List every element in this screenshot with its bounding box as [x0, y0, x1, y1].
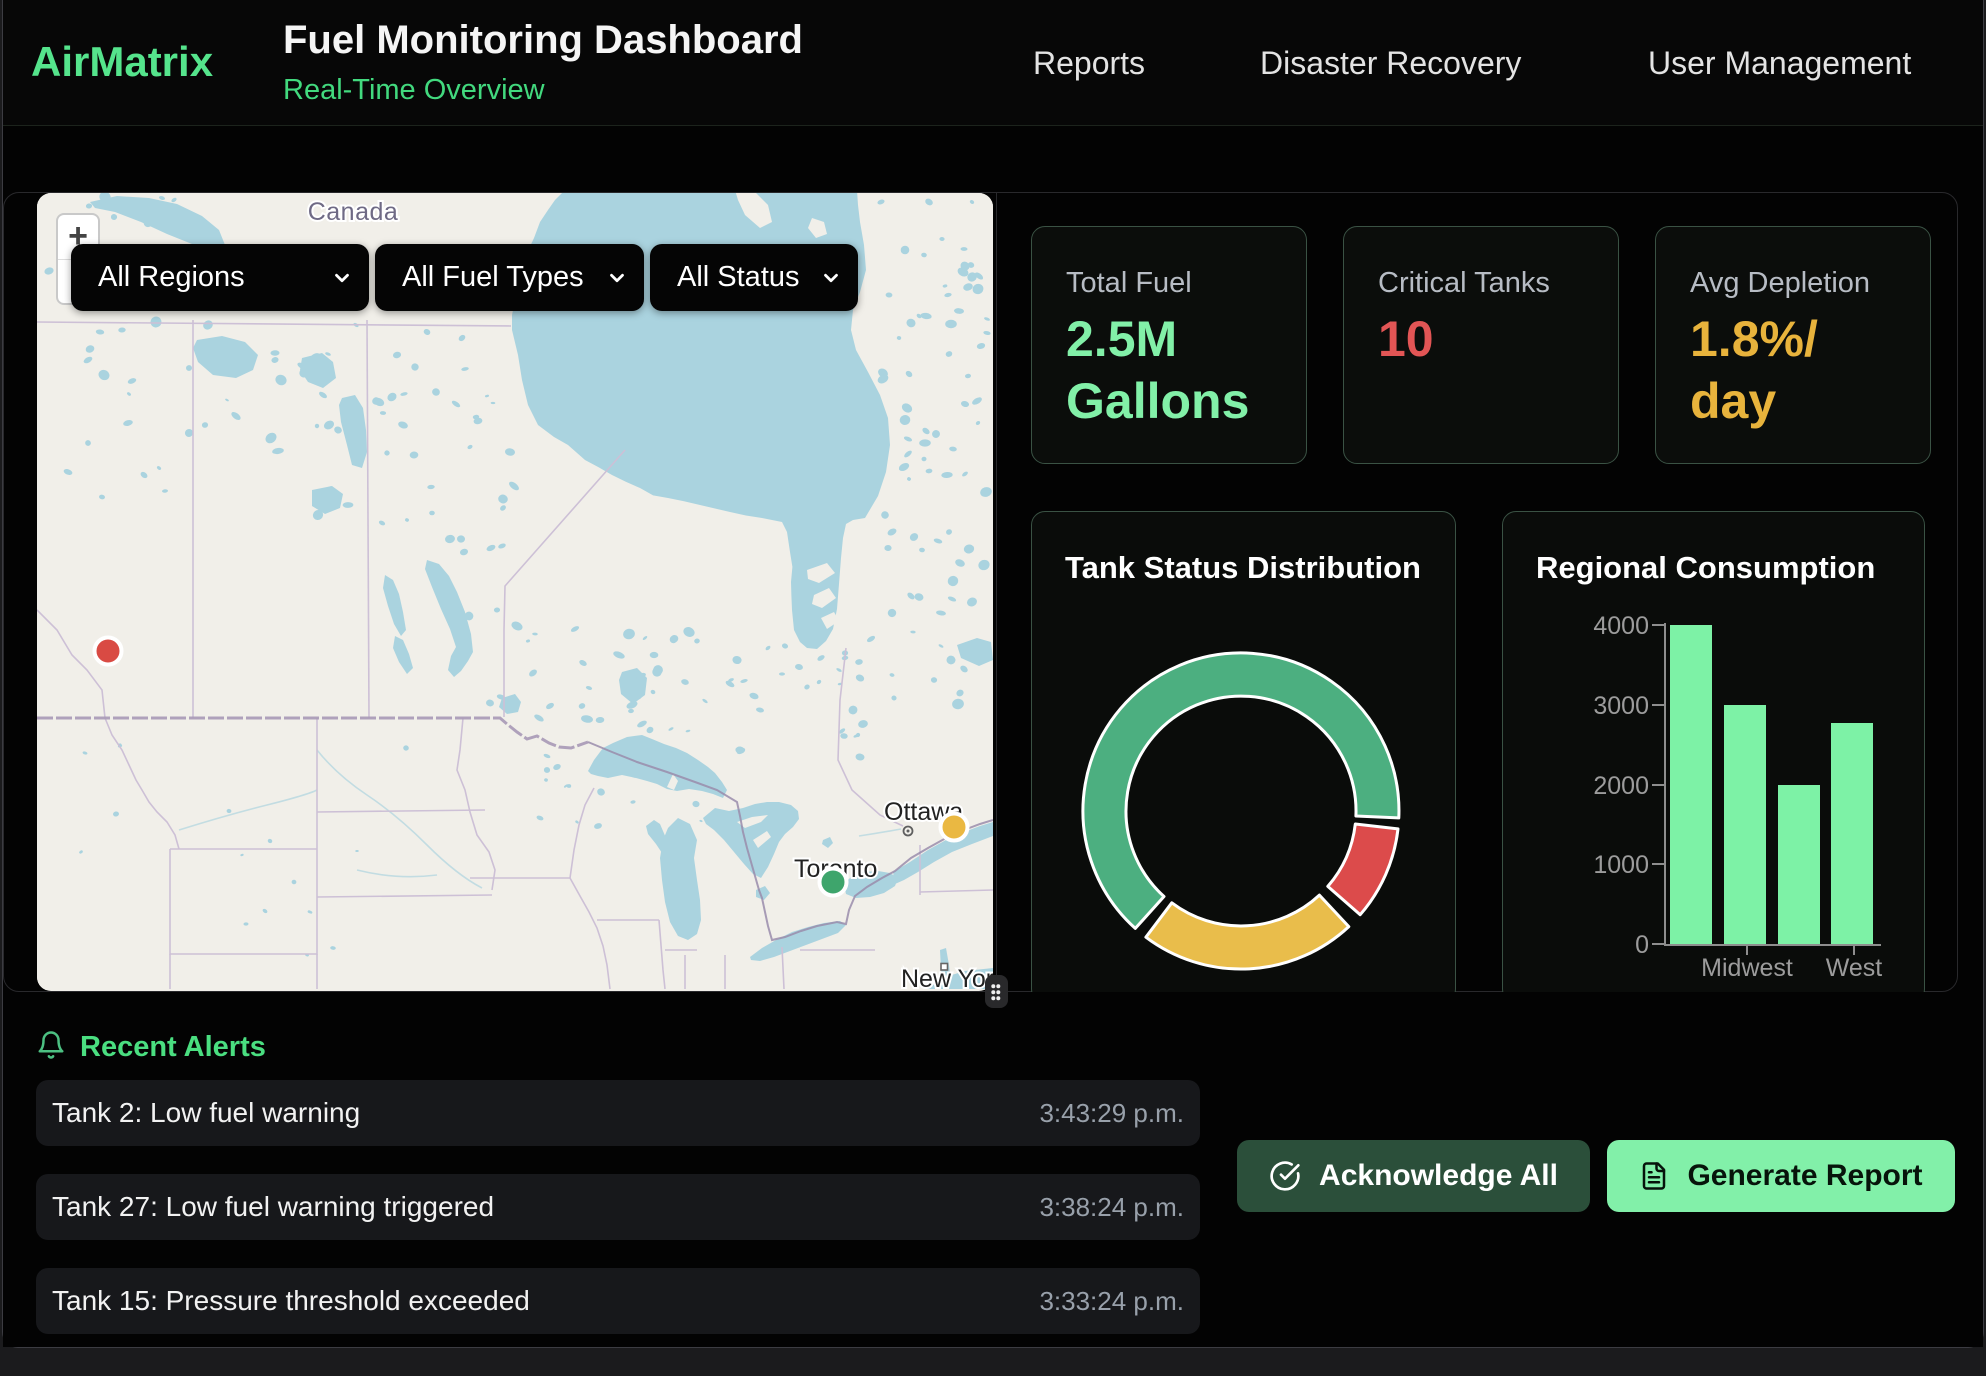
svg-text:2000: 2000	[1593, 772, 1649, 800]
svg-text:Canada: Canada	[308, 198, 399, 226]
svg-text:Midwest: Midwest	[1701, 954, 1793, 982]
svg-text:0: 0	[1635, 931, 1649, 959]
svg-text:West: West	[1826, 954, 1883, 982]
svg-text:New York: New York	[901, 965, 993, 991]
svg-text:1000: 1000	[1593, 851, 1649, 879]
svg-text:4000: 4000	[1593, 612, 1649, 640]
svg-text:3000: 3000	[1593, 692, 1649, 720]
